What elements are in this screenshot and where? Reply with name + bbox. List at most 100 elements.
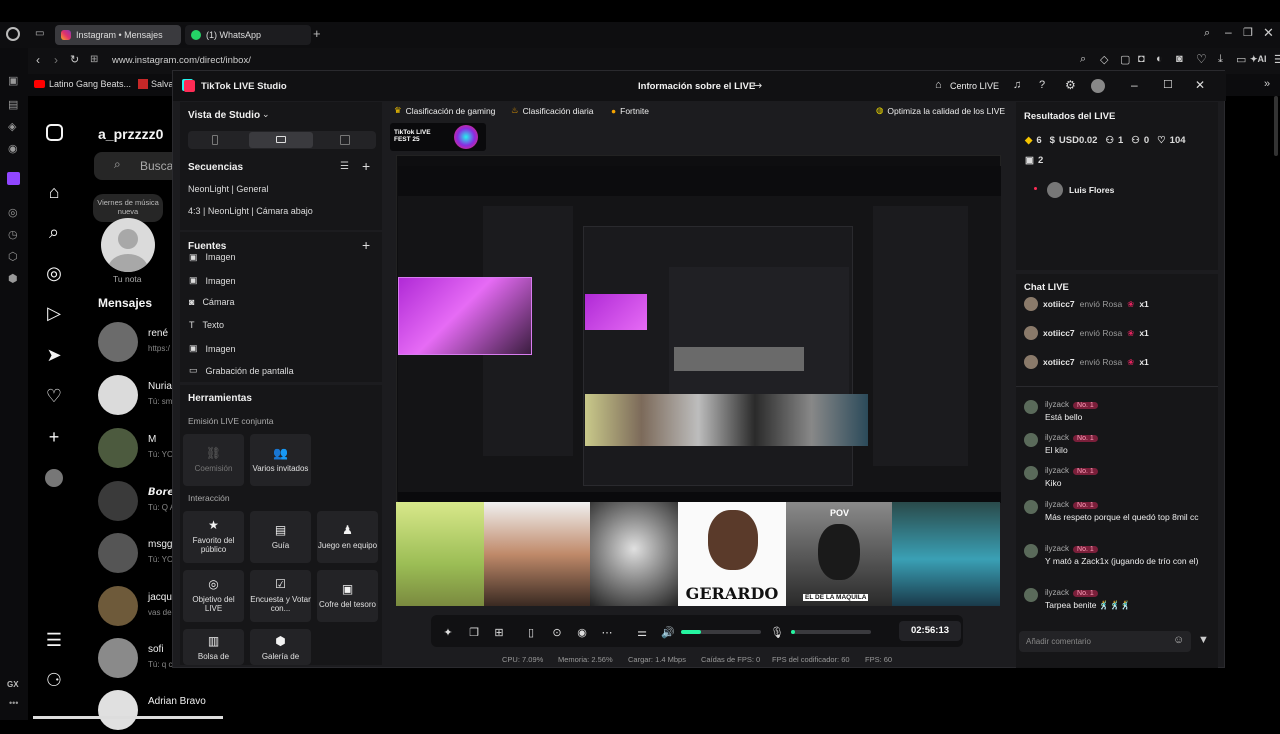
filter-icon[interactable]: ▼ [1198,634,1209,646]
chat-user[interactable]: ilyzack No. 1 [1045,433,1098,442]
extension-icon[interactable]: ▢ [1120,53,1130,66]
more-icon[interactable]: ⋯ [599,624,615,640]
restore-icon[interactable]: ❐ [1243,26,1253,39]
bookmark-item[interactable]: Salva [151,79,174,89]
close-icon[interactable]: ✕ [1195,78,1205,92]
portrait-layout-icon[interactable] [212,135,218,145]
live-goal-tool[interactable]: ◎ Objetivo del LIVE [183,570,244,622]
explore-icon[interactable]: ◎ [42,261,66,285]
add-source-icon[interactable]: + [362,237,370,253]
add-sequence-icon[interactable]: + [362,158,370,174]
guide-tool[interactable]: ▤ Guía [250,511,311,563]
ai-icon[interactable]: ✦AI [1250,54,1267,65]
layers-icon[interactable]: ❐ [466,624,482,640]
home-icon[interactable]: ⌂ [42,180,66,204]
more-bookmarks-icon[interactable]: » [1264,78,1270,90]
daily-ranking-chip[interactable]: ♨ Clasificación diaria [511,102,594,119]
chat-user[interactable]: ilyzack No. 1 [1045,544,1098,553]
sequence-item[interactable]: 4:3 | NeonLight | Cámara abajo [188,206,313,216]
team-game-tool[interactable]: ♟ Juego en equipo [317,511,378,563]
instagram-logo-icon[interactable] [42,120,66,144]
camera-icon[interactable]: ◙ [1176,53,1183,65]
conversation-item[interactable]: msgg Tú: YO [98,533,173,577]
vpn-icon[interactable]: ⊞ [90,54,98,65]
sidebar-icon[interactable]: ◈ [8,120,16,133]
chevron-down-icon[interactable]: ⌄ [262,109,270,120]
bag-tool[interactable]: ▥ Bolsa de [183,629,244,665]
page-scrollbar[interactable] [1274,96,1278,156]
conversation-item[interactable]: sofi Tú: q c [98,638,173,682]
more-menu-icon[interactable]: ☰ [42,628,66,652]
conversation-item[interactable]: 𝘽𝙤𝙧𝙚 Tú: Q A [98,481,175,525]
reels-icon[interactable]: ▷ [42,301,66,325]
conversation-item[interactable]: Adrian Bravo [98,690,238,734]
source-item[interactable]: ▣ Imagen [189,252,236,262]
studio-view-dropdown[interactable]: Vista de Studio [188,110,260,121]
source-item[interactable]: T Texto [189,320,224,330]
avatar[interactable] [1091,79,1105,93]
bottom-scrollbar[interactable] [33,716,223,719]
profile-icon[interactable] [42,466,66,490]
split-layout-icon[interactable] [340,135,350,145]
sidebar-icon[interactable]: ⬡ [8,250,18,263]
source-item[interactable]: ▭ Grabación de pantalla [189,365,294,376]
share-icon[interactable]: ↪ [753,79,762,92]
emoji-icon[interactable]: ☺ [1173,634,1184,646]
tab-whatsapp[interactable]: (1) WhatsApp [185,25,311,45]
chat-user[interactable]: ilyzack No. 1 [1045,466,1098,475]
minimize-icon[interactable]: – [1131,78,1138,92]
record-icon[interactable]: ⊙ [549,624,565,640]
download-icon[interactable]: ⤓ [1218,53,1223,66]
chat-user[interactable]: ilyzack No. 1 [1045,400,1098,409]
treasure-tool[interactable]: ▣ Cofre del tesoro [317,570,378,622]
zoom-icon[interactable]: ⌕ [1080,53,1086,66]
mixer-icon[interactable]: ⚌ [634,624,650,640]
source-item[interactable]: ▣ Imagen [189,343,236,354]
new-tab-icon[interactable]: + [313,26,321,41]
favorite-tool[interactable]: ★ Favorito del público [183,511,244,563]
history-icon[interactable]: ◷ [8,228,18,241]
forward-icon[interactable]: › [54,53,58,67]
poll-tool[interactable]: ☑ Encuesta y Votar con... [250,570,311,622]
tab-manager-icon[interactable]: ▭ [35,28,44,39]
gallery-tool[interactable]: ⬢ Galería de [250,629,311,665]
list-icon[interactable]: ☰ [340,161,349,172]
sidebar-icon[interactable]: ⬢ [8,272,18,285]
optimize-quality-link[interactable]: ◍ Optimiza la calidad de los LIVE [876,102,1005,119]
microphone-icon[interactable]: 🎙 [769,624,785,640]
close-icon[interactable]: ✕ [1263,25,1274,41]
settings-icon[interactable]: ⚙ [1065,78,1076,92]
speaker-icon[interactable]: 🔊 [660,624,676,640]
source-item[interactable]: ◙ Cámara [189,297,234,307]
extension-icon[interactable]: ◐ [1156,53,1163,65]
sequence-item[interactable]: NeonLight | General [188,184,268,194]
add-source-icon[interactable]: ⊞ [491,624,507,640]
conversation-item[interactable]: Nuria Tú: sm [98,375,173,419]
cohost-button[interactable]: ⛓ Coemisión [183,434,244,486]
source-item[interactable]: ▣ Imagen [189,275,236,286]
messages-icon[interactable]: ➤ [42,343,66,367]
phone-icon[interactable]: ▯ [523,624,539,640]
note-avatar[interactable] [101,218,155,272]
centro-live-button[interactable]: Centro LIVE [950,81,999,91]
multi-guest-button[interactable]: 👥 Varios invitados [250,434,311,486]
back-icon[interactable]: ‹ [36,53,40,67]
extension-icon[interactable]: ◇ [1100,53,1108,66]
threads-icon[interactable]: ⚆ [42,668,66,692]
sidebar-icon[interactable]: ▣ [8,74,18,87]
url-field[interactable]: www.instagram.com/direct/inbox/ [112,55,251,66]
ig-search-input[interactable]: ⌕ Buscar [94,152,184,180]
top-viewer-name[interactable]: Luis Flores [1069,185,1114,195]
heart-icon[interactable]: ♡ [1196,52,1207,66]
conversation-item[interactable]: rené https:/ [98,322,173,366]
search-tabs-icon[interactable]: ⌕ [1204,27,1210,40]
search-icon[interactable]: ⌕ [42,220,66,244]
fortnite-chip[interactable]: ● Fortnite [611,102,649,119]
notifications-icon[interactable]: ♡ [42,384,66,408]
extension-icon[interactable]: ◘ [1138,53,1145,65]
help-icon[interactable]: ? [1039,79,1045,91]
reload-icon[interactable]: ↻ [70,53,79,66]
minimize-icon[interactable]: – [1225,25,1232,39]
live-info-title[interactable]: Información sobre el LIVE [638,81,755,92]
conversation-item[interactable]: M Tú: YO [98,428,173,472]
